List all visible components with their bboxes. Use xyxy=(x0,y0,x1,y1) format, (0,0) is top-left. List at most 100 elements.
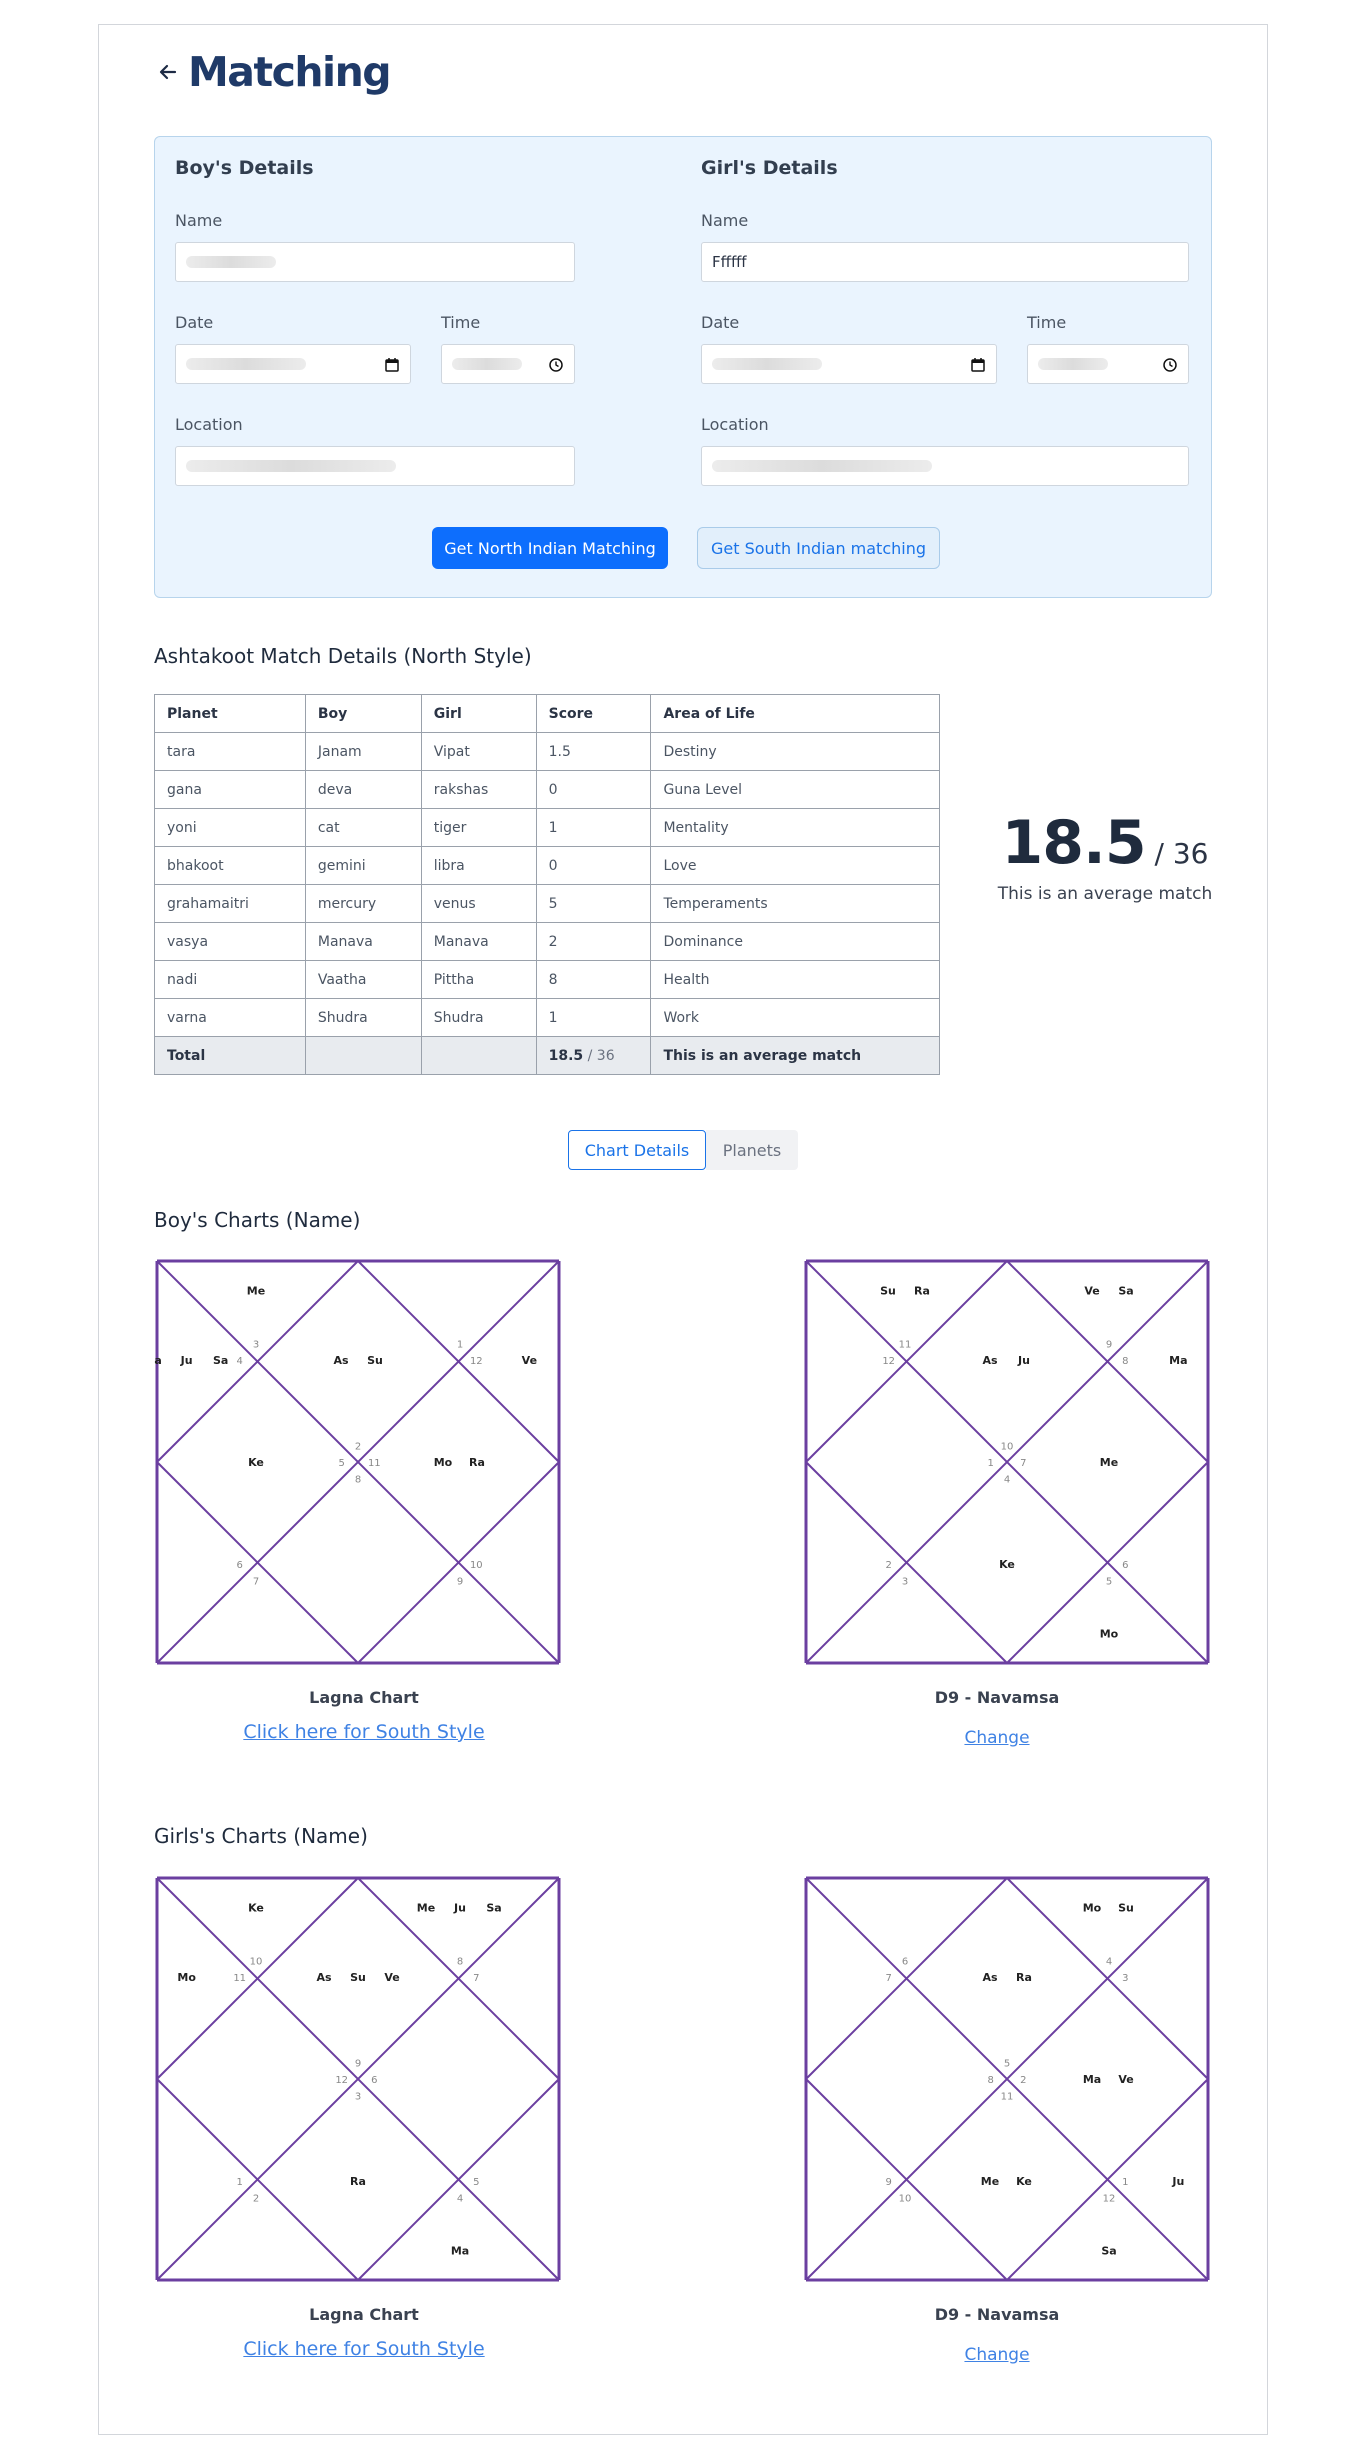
girl-date-input[interactable] xyxy=(701,344,997,384)
ashtakoot-heading: Ashtakoot Match Details (North Style) xyxy=(154,644,532,668)
planet-label: Ju xyxy=(180,1354,193,1367)
planet-label: Me xyxy=(1100,1456,1118,1469)
planet-label: Su xyxy=(367,1354,383,1367)
girl-time-input[interactable] xyxy=(1027,344,1189,384)
girl-south-style-link[interactable]: Click here for South Style xyxy=(160,2338,568,2360)
ashtakoot-table: Planet Boy Girl Score Area of Life tara J… xyxy=(154,694,940,1075)
planet-label: Me xyxy=(247,1285,265,1298)
house-number: 12 xyxy=(470,1356,483,1367)
house-number: 3 xyxy=(253,1340,259,1351)
boy-charts-heading: Boy's Charts (Name) xyxy=(154,1208,361,1232)
planet-label: Ma xyxy=(451,2244,469,2257)
house-number: 10 xyxy=(250,1957,263,1968)
house-number: 2 xyxy=(253,2193,259,2204)
girl-navamsa-caption: D9 - Navamsa xyxy=(934,2305,1060,2324)
clock-icon[interactable] xyxy=(548,357,564,373)
boy-time-label: Time xyxy=(441,313,481,332)
calendar-icon[interactable] xyxy=(384,357,400,373)
house-number: 3 xyxy=(355,2091,361,2102)
calendar-icon[interactable] xyxy=(970,357,986,373)
girl-location-label: Location xyxy=(701,415,769,434)
planet-label: Mo xyxy=(177,1971,196,1984)
clock-icon[interactable] xyxy=(1162,357,1178,373)
house-number: 4 xyxy=(236,1356,242,1367)
table-cell: Guna Level xyxy=(650,770,940,809)
planet-label: Ke xyxy=(248,1456,264,1469)
house-number: 1 xyxy=(987,1458,993,1469)
table-cell: 1.5 xyxy=(535,732,652,771)
planet-label: Ma xyxy=(154,1354,162,1367)
boy-location-label: Location xyxy=(175,415,243,434)
planet-label: Ju xyxy=(1171,2175,1184,2188)
planet-label: Ma xyxy=(1083,2073,1101,2086)
tab-planets[interactable]: Planets xyxy=(706,1130,798,1170)
house-number: 6 xyxy=(902,1957,908,1968)
table-cell: 1 xyxy=(535,808,652,847)
table-cell: Work xyxy=(650,998,940,1037)
planet-label: Ra xyxy=(914,1285,930,1298)
table-cell: Pittha xyxy=(420,960,537,999)
planet-label: Mo xyxy=(1100,1627,1119,1640)
boy-time-input[interactable] xyxy=(441,344,575,384)
table-cell: deva xyxy=(304,770,422,809)
planet-label: Ju xyxy=(453,1902,466,1915)
planet-label: As xyxy=(982,1971,998,1984)
planet-label: Su xyxy=(350,1971,366,1984)
house-number: 5 xyxy=(1004,2059,1010,2070)
table-cell: 5 xyxy=(535,884,652,923)
tab-chart-details[interactable]: Chart Details xyxy=(568,1130,706,1170)
girl-location-input[interactable] xyxy=(701,446,1189,486)
south-indian-matching-button[interactable]: Get South Indian matching xyxy=(697,527,940,569)
table-cell: Manava xyxy=(304,922,422,961)
house-number: 8 xyxy=(1122,1356,1128,1367)
boy-south-style-link[interactable]: Click here for South Style xyxy=(160,1721,568,1743)
page-title: Matching xyxy=(188,48,392,96)
table-cell: 8 xyxy=(535,960,652,999)
boy-name-input[interactable] xyxy=(175,242,575,282)
planet-label: Ra xyxy=(1016,1971,1032,1984)
house-number: 6 xyxy=(236,1560,242,1571)
girl-name-input[interactable]: Ffffff xyxy=(701,242,1189,282)
girl-navamsa-chart: 5 As Ra 67 8 9 10 11 Me Ke 12 Sa 1 Ju 2 Ma Ve 34 Mo Su xyxy=(804,1876,1210,2282)
table-cell: 2 xyxy=(535,922,652,961)
table-cell: Janam xyxy=(304,732,422,771)
planet-label: Me xyxy=(417,1902,435,1915)
redacted-value xyxy=(186,460,396,472)
column-header: Planet xyxy=(154,694,306,733)
table-cell: 1 xyxy=(535,998,652,1037)
column-header: Girl xyxy=(420,694,537,733)
house-number: 12 xyxy=(335,2075,348,2086)
girl-lagna-chart: 9 As Su Ve 10 Ke 11 Mo 12 12 3 Ra 4 Ma 5 6 78 Me Ju Sa xyxy=(155,1876,561,2282)
table-cell: Mentality xyxy=(650,808,940,847)
girl-navamsa-change-link[interactable]: Change xyxy=(793,2345,1201,2365)
planet-label: Me xyxy=(981,2175,999,2188)
planet-label: Mo xyxy=(1083,1902,1102,1915)
house-number: 11 xyxy=(233,1973,246,1984)
planet-label: Mo xyxy=(434,1456,453,1469)
planet-label: As xyxy=(316,1971,332,1984)
total-score-max: / 36 xyxy=(583,1047,615,1064)
redacted-value xyxy=(712,358,822,370)
total-label: Total xyxy=(154,1036,306,1075)
house-number: 12 xyxy=(1103,2193,1116,2204)
boy-location-input[interactable] xyxy=(175,446,575,486)
planet-label: Ra xyxy=(469,1456,485,1469)
table-cell: Shudra xyxy=(304,998,422,1037)
table-cell: Destiny xyxy=(650,732,940,771)
north-indian-matching-button[interactable]: Get North Indian Matching xyxy=(432,527,668,569)
house-number: 11 xyxy=(368,1458,381,1469)
house-number: 1 xyxy=(1122,2177,1128,2188)
table-row: yoni cat tiger 1 Mentality xyxy=(154,808,940,847)
table-cell: tiger xyxy=(420,808,537,847)
boy-date-input[interactable] xyxy=(175,344,411,384)
house-number: 7 xyxy=(1020,1458,1026,1469)
match-score-text: This is an average match xyxy=(997,884,1213,904)
boy-name-label: Name xyxy=(175,211,223,230)
house-number: 1 xyxy=(236,2177,242,2188)
back-arrow-icon[interactable] xyxy=(156,60,180,84)
house-number: 12 xyxy=(882,1356,895,1367)
boy-navamsa-change-link[interactable]: Change xyxy=(793,1728,1201,1748)
house-number: 2 xyxy=(885,1560,891,1571)
house-number: 8 xyxy=(457,1957,463,1968)
table-cell: Dominance xyxy=(650,922,940,961)
